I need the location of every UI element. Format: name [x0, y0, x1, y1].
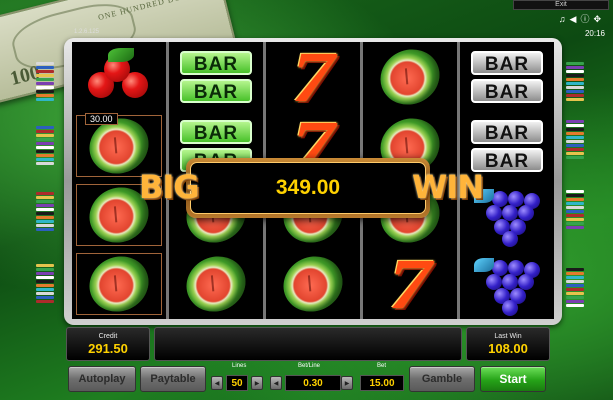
- version-label: 1.2.6.125: [74, 29, 100, 35]
- lines-decrease-button[interactable]: ◀: [211, 376, 223, 390]
- info-row: Credit 291.50 Last Win 108.00: [66, 327, 550, 361]
- bar-green-symbol: BARBAR: [173, 46, 259, 108]
- clock: 20:16: [584, 29, 605, 38]
- control-bar: Autoplay Paytable Lines ◀ 50 ▶ Bet/Line …: [66, 363, 550, 394]
- paytable-button[interactable]: Paytable: [140, 366, 206, 392]
- win-word: WIN: [412, 168, 484, 206]
- lines-increase-button[interactable]: ▶: [251, 376, 263, 390]
- chip-stack-left-1: [36, 62, 54, 102]
- chip-stack-left-2: [36, 126, 54, 166]
- last-win-label: Last Win: [494, 333, 522, 340]
- bar-icon: BARBAR: [179, 50, 253, 104]
- volume-icon[interactable]: ◀: [570, 14, 581, 24]
- grapes-symbol: [464, 253, 550, 317]
- bet-line-increase-button[interactable]: ▶: [341, 376, 353, 390]
- melon-symbol: [173, 247, 259, 322]
- top-icons: ♫◀ⓘ✥: [559, 12, 605, 25]
- credit-display: Credit 291.50: [66, 327, 150, 361]
- bar-icon: BARBAR: [470, 50, 544, 104]
- info-icon[interactable]: ⓘ: [580, 14, 593, 24]
- grapes-icon: [474, 254, 540, 317]
- melon-symbol: [367, 39, 453, 114]
- melon-symbol: [270, 247, 356, 322]
- melon-icon: [274, 247, 352, 322]
- music-note-icon[interactable]: ♫: [559, 14, 570, 24]
- cherries-symbol: [76, 46, 162, 108]
- fullscreen-icon[interactable]: ✥: [593, 14, 605, 24]
- credit-label: Credit: [98, 333, 118, 340]
- bar-icon: BARBAR: [470, 119, 544, 173]
- bar-silver-symbol: BAR BAR: [464, 46, 550, 108]
- chip-stack-right-2: [566, 120, 584, 160]
- start-button[interactable]: Start: [480, 366, 546, 392]
- seven-symbol: 7: [270, 36, 356, 117]
- big-word: BIG: [139, 168, 200, 206]
- cherries-icon: [84, 47, 154, 106]
- bet-line-decrease-button[interactable]: ◀: [270, 376, 282, 390]
- bet-line-value: 0.30: [285, 375, 341, 391]
- seven-icon: 7: [388, 244, 432, 325]
- win-line-value: 30.00: [85, 113, 118, 125]
- lines-value: 50: [226, 375, 248, 391]
- chip-stack-left-4: [36, 264, 54, 304]
- melon-icon: [177, 247, 255, 322]
- melon-symbol: [76, 247, 162, 322]
- melon-icon: [371, 39, 449, 114]
- grapes-icon: [474, 185, 540, 248]
- exit-button[interactable]: Exit: [513, 0, 609, 10]
- chip-stack-right-4: [566, 268, 584, 308]
- credit-value: 291.50: [88, 341, 128, 356]
- last-win-value: 108.00: [488, 341, 528, 356]
- seven-icon: 7: [291, 36, 335, 117]
- autoplay-button[interactable]: Autoplay: [68, 366, 136, 392]
- big-win-display: 349.00: [190, 162, 426, 214]
- message-display: [154, 327, 462, 361]
- big-win-panel: 349.00: [186, 158, 430, 218]
- bet-label: Bet: [377, 363, 387, 369]
- melon-icon: [80, 247, 158, 322]
- bet-line-label: Bet/Line: [298, 363, 321, 369]
- chip-stack-right-3: [566, 190, 584, 230]
- chip-stack-right-1: [566, 62, 584, 102]
- seven-symbol: 7: [367, 244, 453, 325]
- last-win-display: Last Win 108.00: [466, 327, 550, 361]
- chip-stack-left-3: [36, 192, 54, 232]
- gamble-button[interactable]: Gamble: [409, 366, 475, 392]
- big-win-amount: 349.00: [275, 176, 341, 199]
- money-caption: ONE HUNDRED DOLLARS: [97, 0, 212, 23]
- bet-value: 15.00: [360, 375, 404, 391]
- lines-label: Lines: [232, 363, 247, 369]
